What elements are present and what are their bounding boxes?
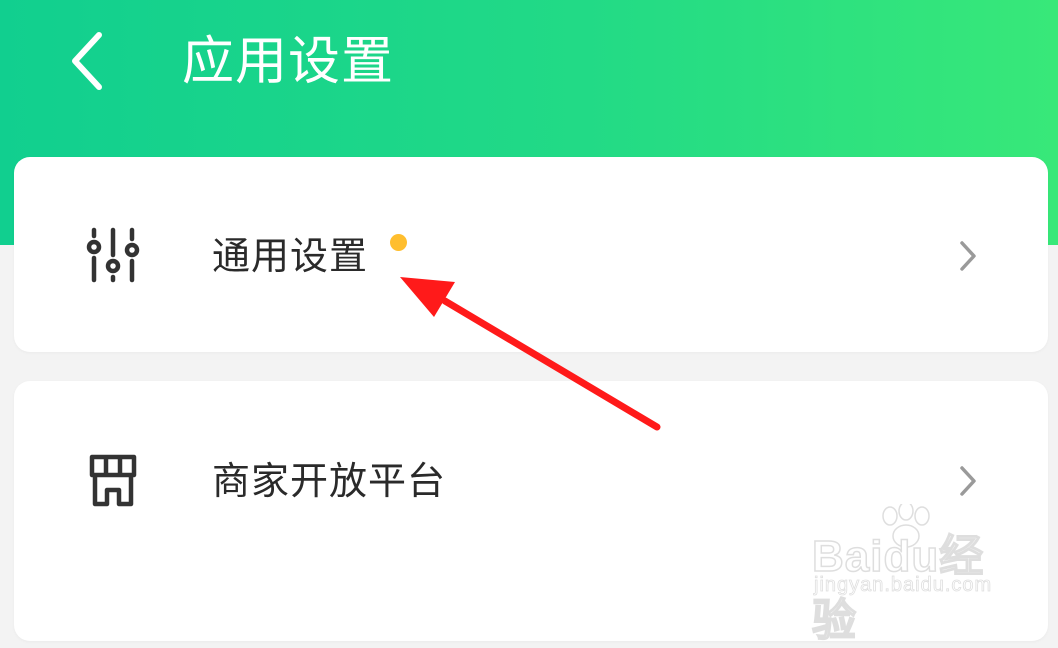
- sliders-icon: [86, 227, 140, 283]
- back-button[interactable]: [55, 26, 119, 96]
- chevron-right-icon: [960, 466, 976, 496]
- settings-item-label: 通用设置: [212, 234, 369, 278]
- watermark-url: jingyan.baidu.com: [814, 574, 993, 597]
- chevron-left-icon: [72, 32, 102, 90]
- storefront-icon: [89, 454, 137, 507]
- notification-dot: [390, 234, 407, 251]
- watermark: Baidu经验 jingyan.baidu.com: [811, 504, 1012, 646]
- page-title: 应用设置: [182, 32, 395, 92]
- settings-item-general[interactable]: 通用设置: [0, 205, 1058, 305]
- settings-item-label: 商家开放平台: [212, 459, 447, 503]
- chevron-right-icon: [960, 241, 976, 271]
